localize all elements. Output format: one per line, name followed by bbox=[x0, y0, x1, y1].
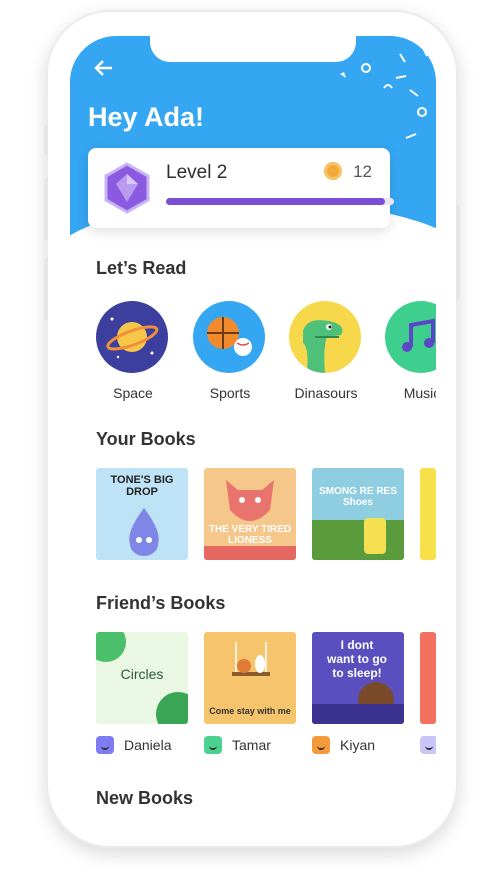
section-title-your-books: Your Books bbox=[96, 429, 196, 449]
book-title: Come stay with me bbox=[209, 706, 291, 716]
book-cover-circles[interactable]: Circles bbox=[96, 632, 188, 724]
category-music[interactable]: Music bbox=[385, 301, 436, 401]
dinosaur-icon bbox=[289, 301, 361, 373]
avatar bbox=[204, 736, 222, 754]
avatar bbox=[96, 736, 114, 754]
book-cover-very-tired-lioness[interactable]: THE VERY TIRED LIONESS bbox=[204, 468, 296, 560]
section-title-new-books: New Books bbox=[96, 788, 194, 808]
reader-name: Kiyan bbox=[340, 737, 376, 753]
notch bbox=[150, 36, 356, 62]
arrow-left-icon[interactable] bbox=[94, 58, 114, 84]
coin-count: 12 bbox=[353, 162, 372, 181]
phone-button bbox=[456, 205, 460, 300]
book-cover-partial[interactable] bbox=[420, 468, 436, 560]
planet-icon bbox=[96, 301, 168, 373]
phone-button bbox=[44, 125, 48, 155]
greeting: Hey Ada! bbox=[88, 102, 205, 132]
section-title-lets-read: Let’s Read bbox=[96, 258, 187, 278]
book-title: SMONG RE RES Shoes bbox=[319, 486, 397, 508]
reader-name: Daniela bbox=[124, 737, 172, 753]
book-cover-come-stay-with-me[interactable]: Come stay with me bbox=[204, 632, 296, 724]
book-title: TONE'S BIG DROP bbox=[110, 474, 174, 498]
gem-badge-icon bbox=[104, 162, 150, 214]
friend-reader-partial[interactable] bbox=[420, 736, 436, 754]
level-card[interactable]: Level 2 12 bbox=[88, 148, 394, 228]
music-note-icon bbox=[385, 301, 436, 373]
category-label: Dinasours bbox=[294, 385, 358, 401]
level-label: Level 2 bbox=[166, 162, 228, 183]
level-progress-bar bbox=[166, 198, 394, 205]
level-progress-fill bbox=[166, 198, 385, 205]
category-label: Space bbox=[113, 385, 153, 401]
book-title: Circles bbox=[120, 666, 164, 682]
avatar bbox=[420, 736, 436, 754]
book-cover-i-dont-want-to-go-to-sleep[interactable]: I dont want to go to sleep! bbox=[312, 632, 404, 724]
book-cover-shoes[interactable]: SMONG RE RES Shoes bbox=[312, 468, 404, 560]
phone-button bbox=[44, 258, 48, 320]
phone-button bbox=[44, 178, 48, 240]
book-cover-partial[interactable] bbox=[420, 632, 436, 724]
book-cover-tones-big-drop[interactable]: TONE'S BIG DROP bbox=[96, 468, 188, 560]
avatar bbox=[312, 736, 330, 754]
category-label: Music bbox=[403, 385, 436, 401]
category-space[interactable]: Space bbox=[96, 301, 170, 401]
book-title: I dont want to go to sleep! bbox=[327, 638, 387, 680]
confetti-decoration bbox=[340, 49, 428, 139]
section-title-friends-books: Friend’s Books bbox=[96, 593, 226, 613]
app-screen: Hey Ada! Level 2 12 Let’s Read Space Spo… bbox=[70, 36, 436, 822]
friend-reader-tamar[interactable]: Tamar bbox=[204, 736, 271, 754]
friend-reader-daniela[interactable]: Daniela bbox=[96, 736, 171, 754]
category-dinasours[interactable]: Dinasours bbox=[289, 301, 363, 401]
basketball-icon bbox=[193, 301, 265, 373]
reader-name: Tamar bbox=[232, 737, 271, 753]
friend-reader-kiyan[interactable]: Kiyan bbox=[312, 736, 375, 754]
category-label: Sports bbox=[209, 385, 251, 401]
coin-icon bbox=[324, 162, 342, 180]
book-title: THE VERY TIRED LIONESS bbox=[208, 524, 292, 546]
category-sports[interactable]: Sports bbox=[193, 301, 267, 401]
